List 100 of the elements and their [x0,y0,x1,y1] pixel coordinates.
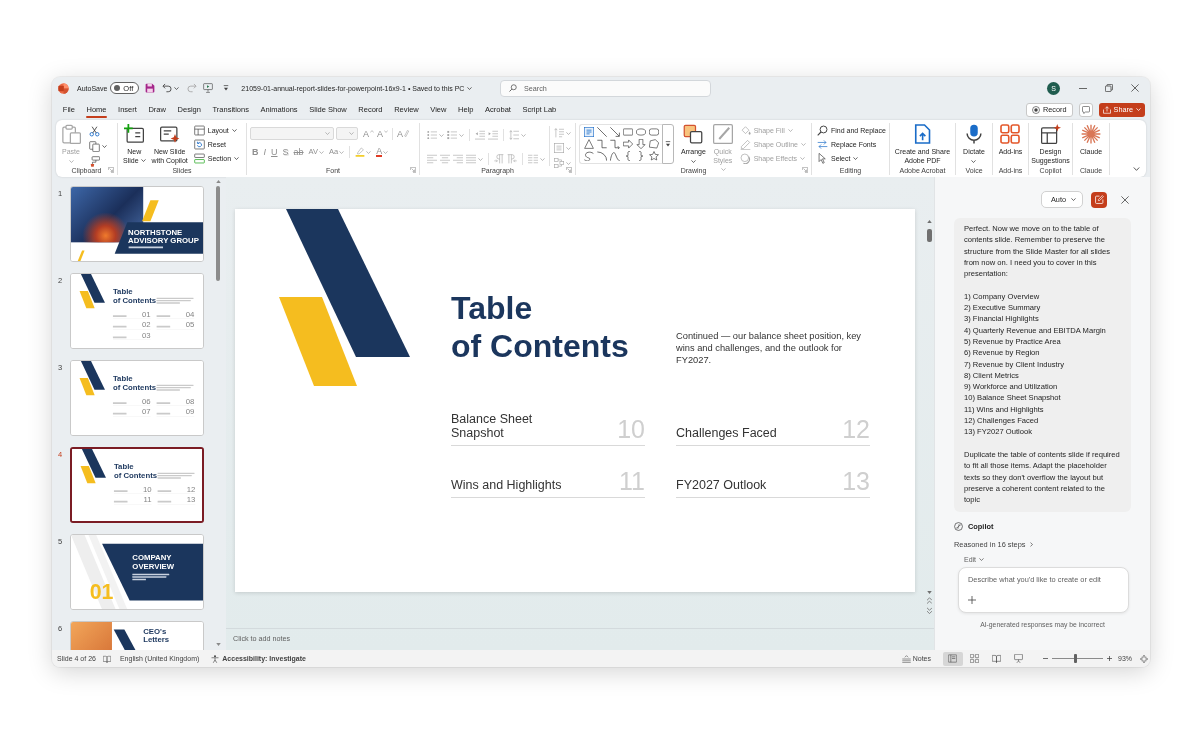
numbered-list-icon[interactable] [447,130,457,140]
slide-sparkle-icon [159,124,180,144]
scissors-icon[interactable] [89,126,100,137]
down-arrow-icon[interactable] [926,591,932,594]
comments-button[interactable] [1078,102,1093,117]
dialog-launcher-icon[interactable] [410,167,416,173]
section-icon [193,152,205,164]
dialog-launcher-icon[interactable] [802,167,808,173]
shrink-font-button[interactable]: A [376,127,390,140]
record-icon [1032,105,1040,114]
curve-icon[interactable] [609,151,620,161]
circle-shadow-icon [739,152,751,164]
caret-icon [467,86,473,90]
search-icon [509,84,517,92]
elbow-arrow-icon[interactable] [609,139,620,149]
freeform-shape-icon[interactable] [648,139,659,149]
clear-formatting-button[interactable]: A [396,127,411,140]
italic-button[interactable]: I [261,146,268,158]
placeholder-text-line [112,402,127,404]
close-icon[interactable] [1121,195,1129,204]
item-label: Wins and Highlights [451,478,562,494]
caret-icon [349,132,354,135]
left-to-right-icon[interactable] [494,154,504,164]
pencil-line-icon [739,138,751,150]
dialog-launcher-icon[interactable] [566,167,572,173]
caret-icon[interactable] [174,86,180,90]
down-arrow-icon[interactable] [215,643,221,646]
slide-plus-icon [124,124,145,144]
font-color-button[interactable]: A [374,146,391,158]
placeholder-text-line [156,412,171,415]
scribble-icon[interactable] [583,151,594,161]
close-icon[interactable] [1131,84,1139,92]
zoom-slider-thumb[interactable] [1074,654,1078,663]
plus-icon[interactable] [1107,656,1112,661]
right-to-left-icon[interactable] [507,154,517,164]
arc-icon[interactable] [596,151,607,161]
grow-font-button[interactable]: A [362,127,375,140]
bullets-icon[interactable] [427,130,437,140]
notes-icon [901,654,911,663]
restore-icon[interactable] [1105,84,1113,92]
line-icon[interactable] [596,127,607,137]
down-arrow-icon[interactable] [635,139,646,149]
decrease-indent-icon[interactable] [475,130,485,140]
scrollbar-thumb[interactable] [216,186,220,281]
caret-icon [102,145,107,148]
redo-icon[interactable] [187,83,198,93]
parallelogram-shape [77,250,85,261]
four-squares-icon [970,654,980,663]
placeholder-text-line [112,412,127,415]
triangle-icon[interactable] [583,139,594,149]
line-spacing-icon[interactable] [509,130,519,140]
connected-boxes-icon[interactable] [554,158,564,168]
align-text-icon[interactable] [554,143,564,153]
gallery-more-button[interactable] [662,124,674,164]
double-up-arrow-icon[interactable] [926,597,932,604]
text-box-icon[interactable] [583,127,594,137]
share-icon [1102,105,1111,114]
more-icon [665,141,671,147]
elbow-connector-icon[interactable] [596,139,607,149]
caret-icon[interactable] [1133,167,1140,171]
up-caret-icon [370,129,374,133]
minimize-icon[interactable] [1079,87,1087,89]
placeholder-text-line [157,500,172,503]
normal-view-button[interactable] [943,651,963,666]
open-book-icon[interactable] [102,654,111,663]
placeholder-text-line [113,490,128,492]
dialog-launcher-icon[interactable] [108,167,114,173]
monitor-icon[interactable] [203,83,214,93]
double-down-arrow-icon[interactable] [926,607,932,614]
font-name-field[interactable] [250,127,334,140]
placeholder-text-line [112,325,127,328]
caret-icon [459,133,464,137]
up-arrow-icon[interactable] [215,180,221,183]
text-shadow-button[interactable]: S [280,146,291,158]
paintbrush-icon[interactable] [89,156,100,167]
swirl-logo-icon [954,522,963,532]
item-label: FY2027 Outlook [676,478,767,494]
slide-description: Continued — our balance sheet position, key wins and challenges, and the outlook for FY2027. [676,330,863,366]
placeholder-text-line [128,246,163,249]
star-icon[interactable] [648,151,659,161]
plus-icon[interactable] [968,596,976,605]
document-upload-icon [912,124,933,144]
up-arrow-icon[interactable] [926,220,932,223]
new-chat-button[interactable] [1091,191,1107,208]
fit-to-window-icon[interactable] [1140,654,1148,663]
right-arrow-icon[interactable] [622,139,633,149]
undo-icon[interactable] [162,83,173,93]
caret-icon [1071,198,1076,201]
underline-button[interactable]: U [269,146,280,158]
search-icon [817,124,828,136]
copy-icon[interactable] [89,141,100,152]
layout-icon [193,124,205,136]
font-size-field[interactable] [336,127,358,140]
strikethrough-button[interactable]: ab [291,146,306,158]
four-squares-icon [1000,124,1021,144]
down-triangle-icon[interactable] [223,85,230,91]
microphone-icon [964,124,984,144]
scrollbar-thumb[interactable] [926,229,932,242]
save-icon[interactable] [145,83,156,93]
arrow-icon[interactable] [609,127,620,137]
